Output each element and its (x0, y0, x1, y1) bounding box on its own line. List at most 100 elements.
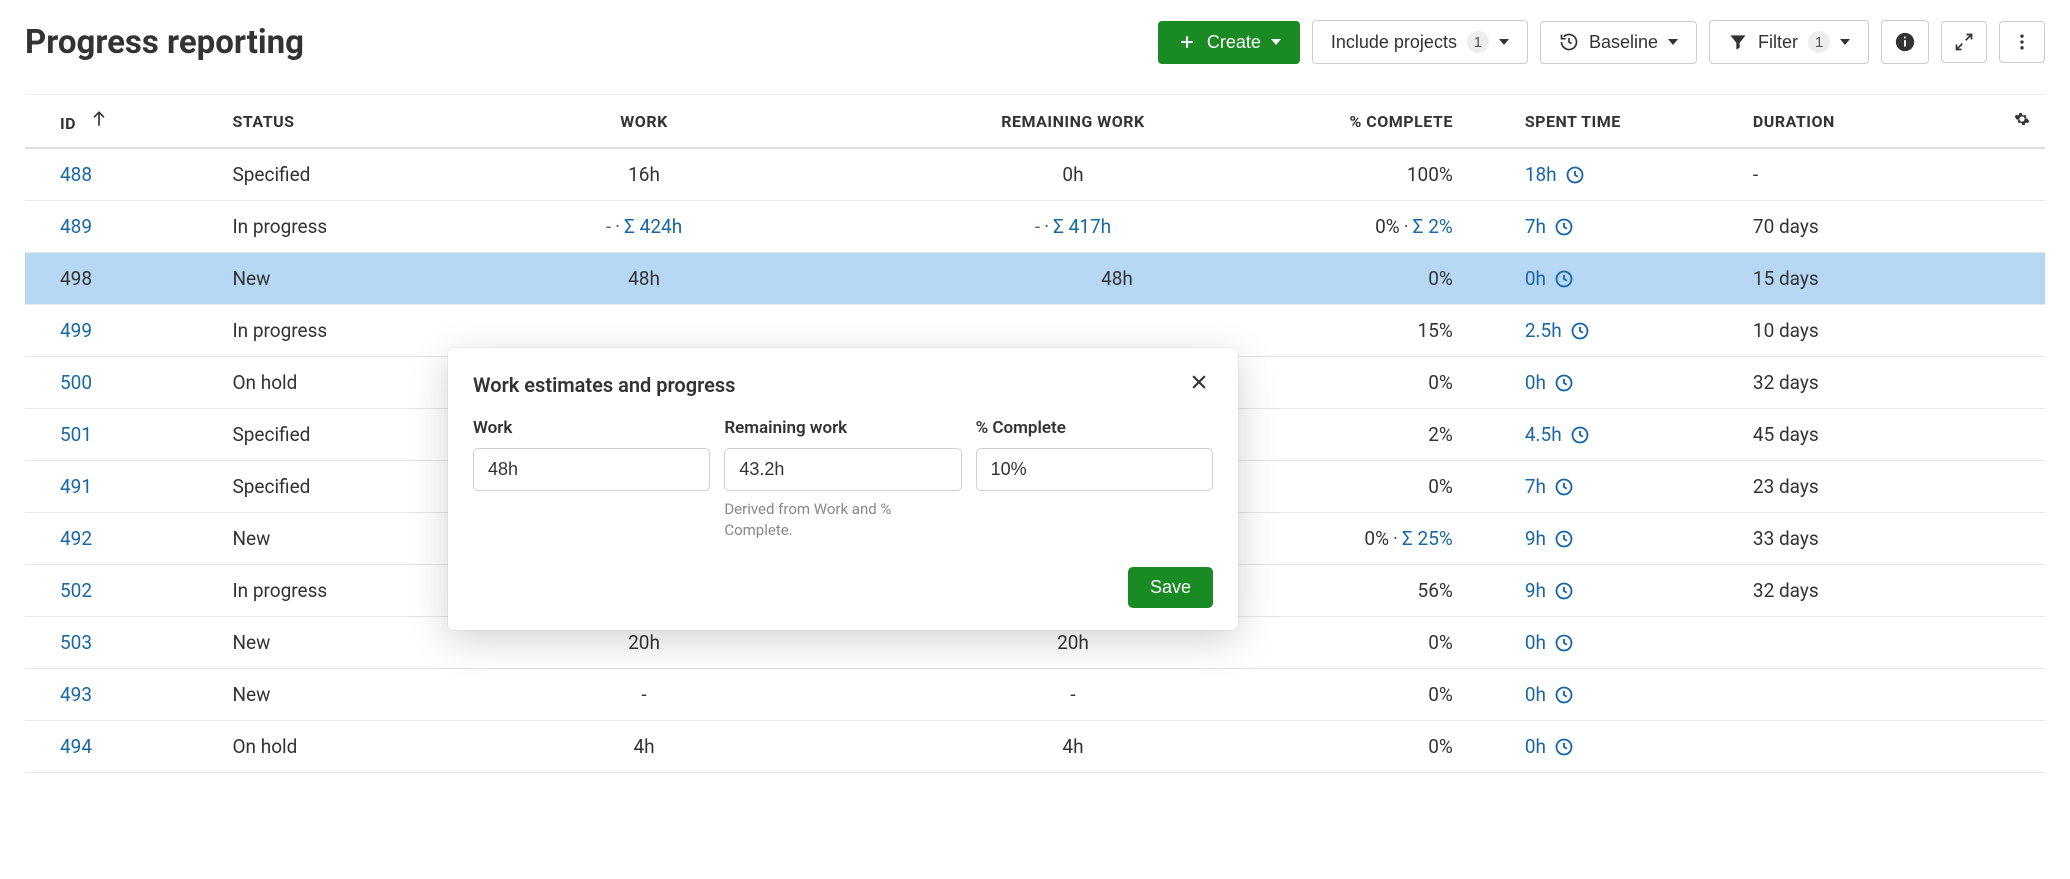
clock-icon (1554, 581, 1574, 601)
row-spent-time[interactable]: 9h (1513, 565, 1741, 617)
row-id[interactable]: 494 (60, 735, 92, 758)
row-id[interactable]: 502 (60, 579, 92, 602)
row-work[interactable]: 4h (427, 721, 861, 773)
row-spacer (2002, 669, 2045, 721)
column-header-id[interactable]: ID (25, 95, 220, 149)
clock-icon (1554, 529, 1574, 549)
row-remaining[interactable]: -·Σ 417h (861, 201, 1285, 253)
create-button[interactable]: Create (1158, 21, 1300, 64)
more-menu-button[interactable] (1999, 21, 2045, 63)
row-complete[interactable]: 0% (1285, 617, 1513, 669)
row-spent-time[interactable]: 0h (1513, 721, 1741, 773)
filter-button[interactable]: Filter 1 (1709, 20, 1869, 64)
row-complete[interactable]: 0% (1285, 461, 1513, 513)
row-status: New (220, 617, 426, 669)
column-header-duration[interactable]: DURATION (1741, 95, 2002, 149)
row-id[interactable]: 488 (60, 163, 92, 186)
table-row[interactable]: 489In progress-·Σ 424h-·Σ 417h0%·Σ 2%7h7… (25, 201, 2045, 253)
row-id[interactable]: 500 (60, 371, 92, 394)
row-complete[interactable]: 0% (1285, 357, 1513, 409)
column-settings[interactable] (2002, 95, 2045, 149)
complete-input[interactable] (976, 448, 1213, 491)
caret-down-icon (1668, 39, 1678, 45)
clock-icon (1565, 165, 1585, 185)
info-button[interactable] (1881, 20, 1929, 64)
column-header-complete[interactable]: % COMPLETE (1285, 95, 1513, 149)
table-row[interactable]: 498New48h48h0%0h15 days (25, 253, 2045, 305)
table-row[interactable]: 493New--0%0h (25, 669, 2045, 721)
row-complete[interactable]: 0%·Σ 25% (1285, 513, 1513, 565)
baseline-label: Baseline (1589, 32, 1658, 53)
row-id[interactable]: 498 (60, 267, 92, 290)
plus-icon (1177, 32, 1197, 52)
row-spent-time[interactable]: 0h (1513, 669, 1741, 721)
row-id[interactable]: 491 (60, 475, 92, 498)
remaining-field-label: Remaining work (724, 418, 961, 438)
row-remaining[interactable]: 4h (861, 721, 1285, 773)
row-spent-time[interactable]: 4.5h (1513, 409, 1741, 461)
row-duration: 33 days (1741, 513, 2002, 565)
row-complete[interactable]: 0%·Σ 2% (1285, 201, 1513, 253)
row-duration: 45 days (1741, 409, 2002, 461)
clock-icon (1554, 737, 1574, 757)
row-remaining[interactable]: 0h (861, 148, 1285, 201)
table-row[interactable]: 488 Specified16h0h100%18h- (25, 148, 2045, 201)
row-work[interactable]: -·Σ 424h (427, 201, 861, 253)
row-complete[interactable]: 56% (1285, 565, 1513, 617)
include-projects-button[interactable]: Include projects 1 (1312, 20, 1528, 64)
column-header-remaining[interactable]: REMAINING WORK (861, 95, 1285, 149)
row-work[interactable]: 48h (427, 253, 861, 305)
baseline-button[interactable]: Baseline (1540, 21, 1697, 64)
row-complete[interactable]: 100% (1285, 148, 1513, 201)
row-complete[interactable]: 15% (1285, 305, 1513, 357)
row-id[interactable]: 499 (60, 319, 92, 342)
row-spent-time[interactable]: 2.5h (1513, 305, 1741, 357)
row-spent-time[interactable]: 7h (1513, 201, 1741, 253)
caret-down-icon (1499, 39, 1509, 45)
row-complete[interactable]: 2% (1285, 409, 1513, 461)
work-field-label: Work (473, 418, 710, 438)
row-spent-time[interactable]: 7h (1513, 461, 1741, 513)
row-spent-time[interactable]: 18h (1513, 148, 1741, 201)
row-status: New (220, 669, 426, 721)
row-spent-time[interactable]: 0h (1513, 617, 1741, 669)
expand-icon (1954, 32, 1974, 52)
complete-field-label: % Complete (976, 418, 1213, 438)
row-id[interactable]: 501 (60, 423, 92, 446)
row-id[interactable]: 493 (60, 683, 92, 706)
row-complete[interactable]: 0% (1285, 253, 1513, 305)
save-button[interactable]: Save (1128, 567, 1213, 608)
row-id[interactable]: 503 (60, 631, 92, 654)
row-complete[interactable]: 0% (1285, 669, 1513, 721)
row-status: Specified (220, 461, 426, 513)
work-estimates-popover: Work estimates and progress Work Remaini… (448, 348, 1238, 630)
row-duration: 23 days (1741, 461, 2002, 513)
row-spent-time[interactable]: 9h (1513, 513, 1741, 565)
row-remaining[interactable]: - (861, 669, 1285, 721)
row-spacer (2002, 148, 2045, 201)
row-complete[interactable]: 0% (1285, 721, 1513, 773)
row-remaining[interactable]: 48h (861, 253, 1285, 305)
row-status: Specified (220, 148, 426, 201)
column-header-spent[interactable]: SPENT TIME (1513, 95, 1741, 149)
row-duration (1741, 669, 2002, 721)
row-work[interactable]: - (427, 669, 861, 721)
toolbar: Create Include projects 1 Baseline Filte… (1158, 20, 2045, 64)
row-id[interactable]: 489 (60, 215, 92, 238)
table-row[interactable]: 494On hold4h4h0%0h (25, 721, 2045, 773)
row-spent-time[interactable]: 0h (1513, 253, 1741, 305)
close-button[interactable] (1185, 368, 1213, 402)
row-status: On hold (220, 721, 426, 773)
filter-icon (1728, 32, 1748, 52)
row-spent-time[interactable]: 0h (1513, 357, 1741, 409)
remaining-input[interactable] (724, 448, 961, 491)
fullscreen-button[interactable] (1941, 21, 1987, 63)
column-header-work[interactable]: WORK (427, 95, 861, 149)
row-work[interactable]: 16h (427, 148, 861, 201)
row-id[interactable]: 492 (60, 527, 92, 550)
work-input[interactable] (473, 448, 710, 491)
column-header-status[interactable]: STATUS (220, 95, 426, 149)
row-duration: - (1741, 148, 2002, 201)
info-icon (1894, 31, 1916, 53)
row-status: Specified (220, 409, 426, 461)
